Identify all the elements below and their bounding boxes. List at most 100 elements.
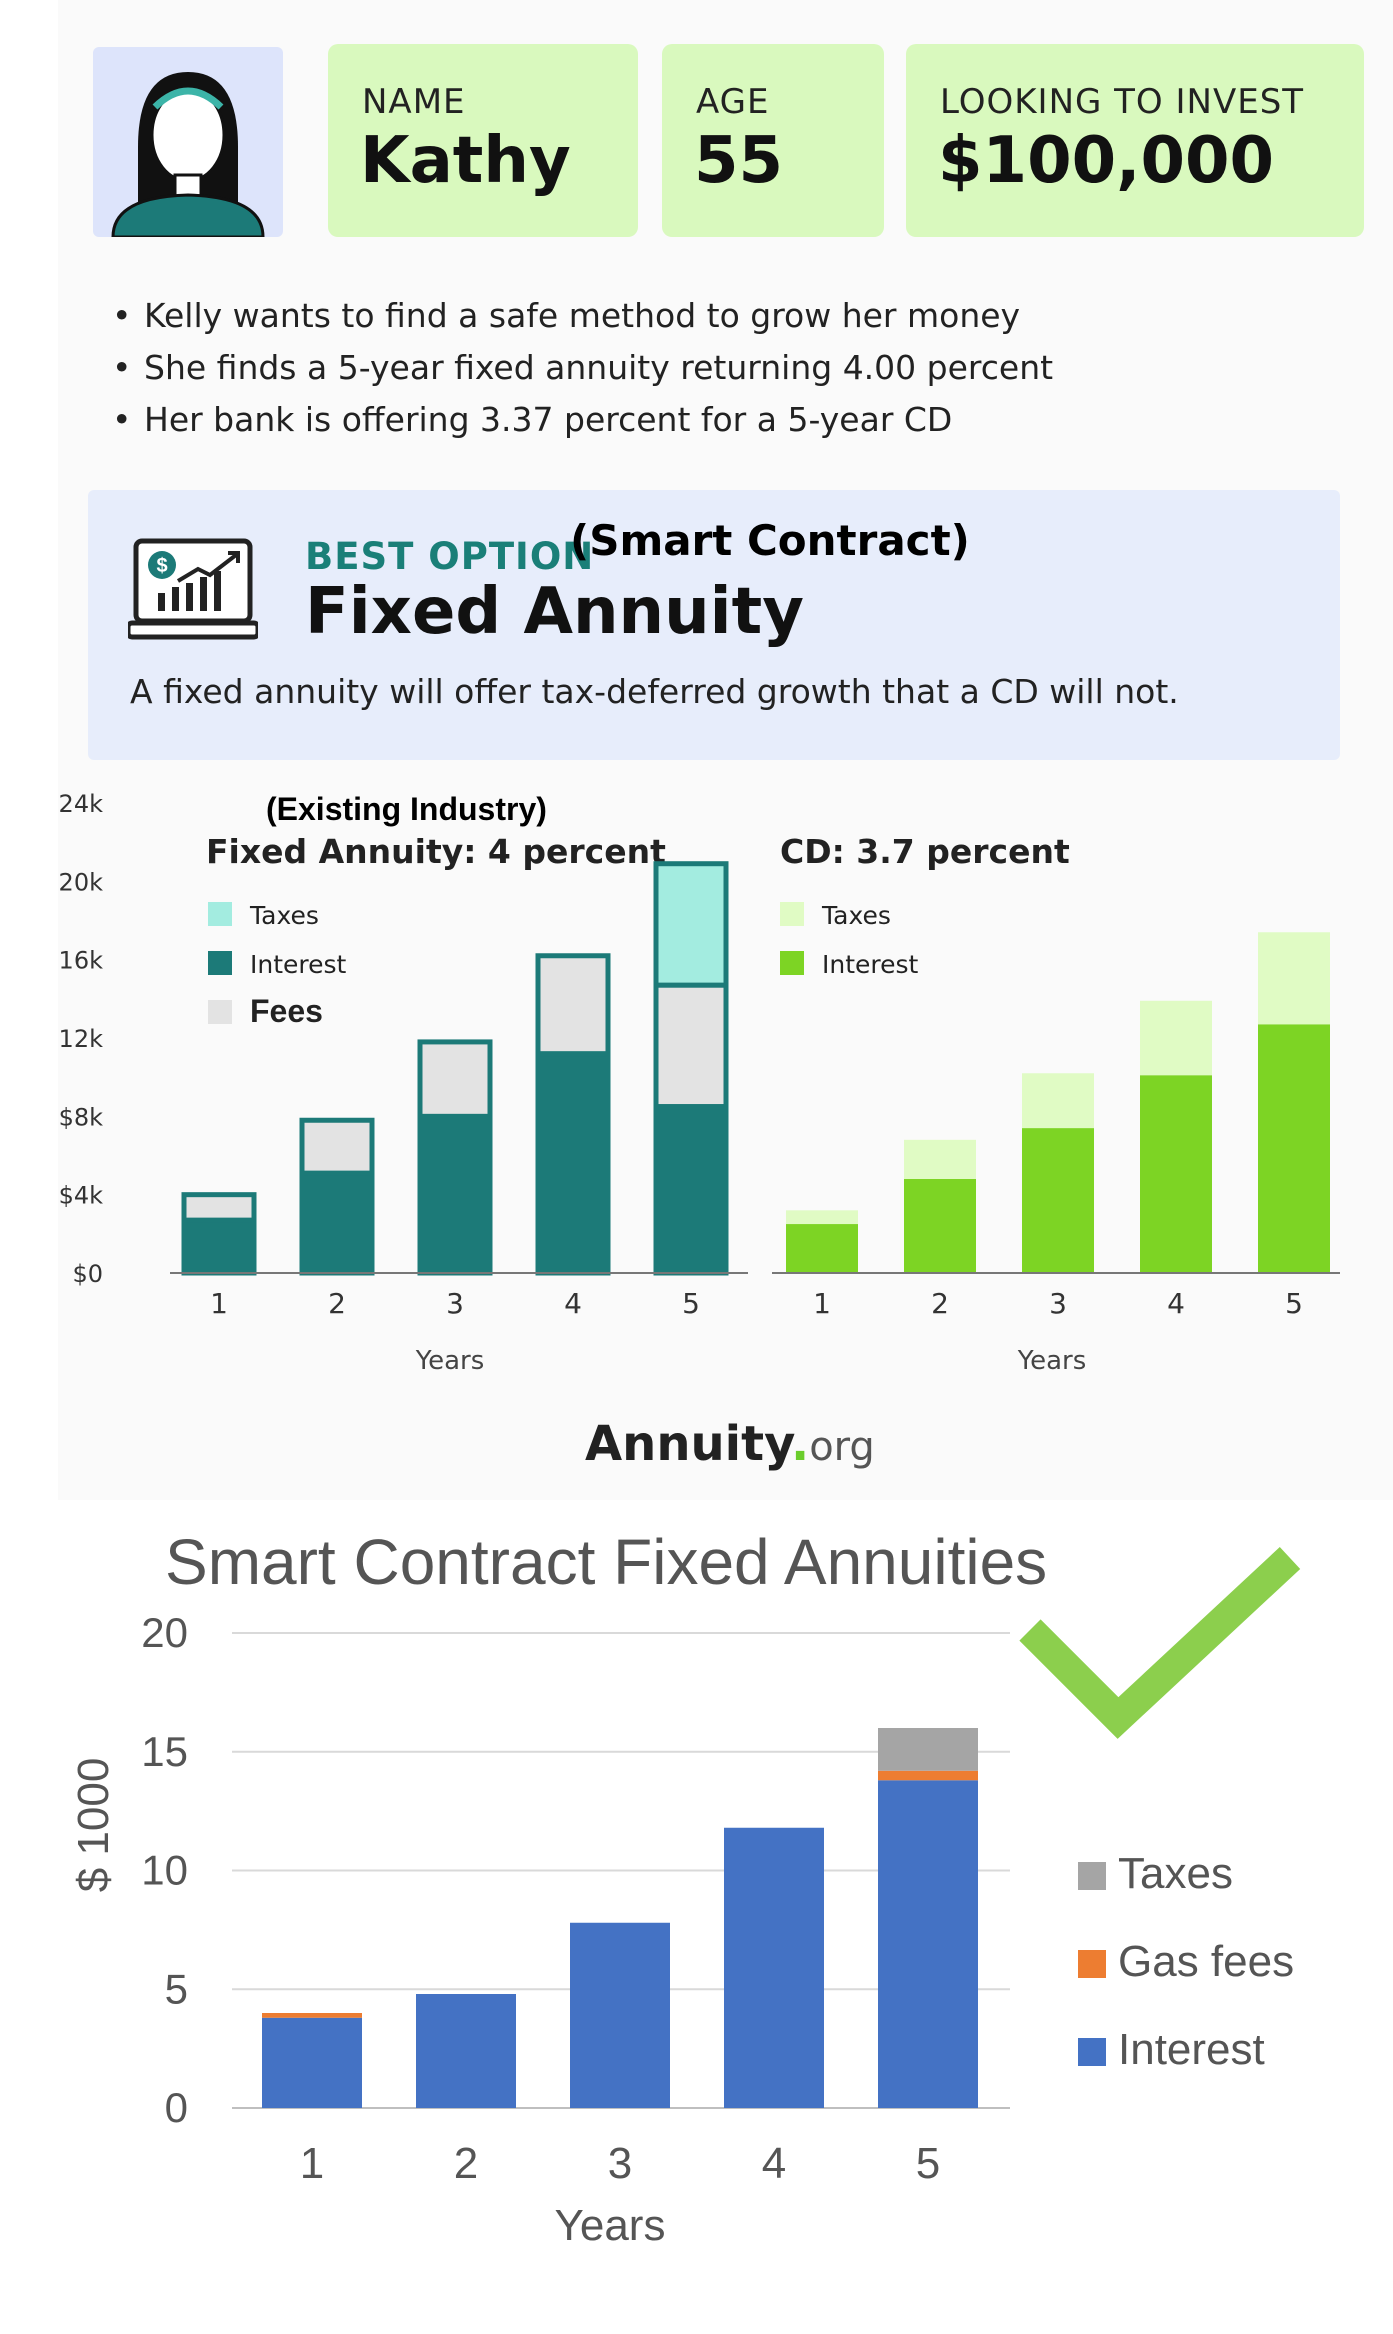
bars: [262, 1728, 978, 2108]
annuity-x-tick-label: 5: [682, 1287, 700, 1320]
laptop-chart-icon: $: [128, 538, 258, 640]
y-tick-label: $24k: [58, 790, 103, 818]
cd-bar-interest: [904, 1179, 976, 1273]
cd-legend-label-interest: Interest: [822, 950, 919, 979]
y-tick-label: $4k: [59, 1182, 104, 1210]
x-axes: 1 2 3 4 5 1 2 3 4 5 Years Years: [170, 1272, 1340, 1376]
annuity-bar-taxes: [653, 861, 729, 988]
annuity-bar-fees: [181, 1192, 257, 1223]
cd-legend-swatch-taxes: [780, 902, 804, 926]
chart-annotation: (Existing Industry): [266, 791, 547, 827]
annuity-bar-interest: [653, 1104, 729, 1276]
x-tick-label: 4: [762, 2139, 786, 2188]
x-tick-label: 1: [300, 2139, 324, 2188]
best-option-box: $ BEST OPTION (Smart Contract) Fixed Ann…: [88, 490, 1340, 760]
annuity-x-tick-label: 3: [446, 1287, 464, 1320]
legend-swatch-interest: [1078, 2038, 1106, 2066]
y-axis-label: $ 1000: [69, 1758, 118, 1893]
annuity-legend-swatch-taxes: [208, 902, 232, 926]
x-tick-label: 3: [608, 2139, 632, 2188]
y-tick-label: 20: [141, 1609, 188, 1656]
bar-interest: [262, 2017, 362, 2108]
annuity-legend-label-interest: Interest: [250, 950, 347, 979]
cd-x-tick-label: 2: [931, 1287, 949, 1320]
y-tick-label: $12k: [58, 1025, 103, 1053]
bar-interest: [878, 1780, 978, 2108]
annuity-bar-interest: [417, 1113, 493, 1276]
invest-card: LOOKING TO INVEST $100,000: [906, 44, 1364, 237]
annuity-bar-fees: [417, 1039, 493, 1119]
bar-interest: [416, 1994, 516, 2108]
annuity-bar-interest: [181, 1217, 257, 1276]
y-tick-label: $20k: [58, 868, 103, 896]
cd-bar-taxes: [904, 1139, 976, 1179]
brand-dot: .: [790, 1416, 810, 1472]
y-tick-label: $0: [72, 1260, 103, 1288]
y-tick-label: 5: [165, 1965, 188, 2012]
brand-name: Annuity: [585, 1416, 791, 1472]
best-option-title: Fixed Annuity: [305, 575, 804, 649]
y-tick-label: $16k: [58, 947, 103, 975]
bar-interest: [570, 1922, 670, 2108]
bar-taxes: [878, 1728, 978, 1771]
annuity-bar-fees: [299, 1117, 375, 1176]
cd-bar-interest: [1140, 1075, 1212, 1273]
best-option-label: BEST OPTION: [305, 535, 595, 578]
annuity-legend-swatch-interest: [208, 951, 232, 975]
smart-contract-chart: Smart Contract Fixed Annuities 05101520 …: [69, 1526, 1301, 2250]
annuity-bar-fees: [653, 982, 729, 1110]
cd-bars: [786, 932, 1330, 1273]
cd-x-tick-label: 3: [1049, 1287, 1067, 1320]
annuity-chart-title: Fixed Annuity: 4 percent: [206, 832, 666, 871]
annuity-x-tick-label: 2: [328, 1287, 346, 1320]
person-icon: [111, 72, 265, 237]
cd-legend-label-taxes: Taxes: [821, 901, 891, 930]
annuity-legend-label-fees: Fees: [250, 993, 323, 1029]
y-axis-ticks: $0 $4k $8k $12k $16k $20k $24k: [58, 790, 103, 1288]
cd-bar-interest: [1022, 1128, 1094, 1273]
invest-label: LOOKING TO INVEST: [940, 82, 1305, 122]
legend-swatch-taxes: [1078, 1862, 1106, 1890]
cd-x-tick-label: 1: [813, 1287, 831, 1320]
smart-contract-tag: (Smart Contract): [570, 516, 970, 565]
bar-interest: [724, 1827, 824, 2108]
y-tick-label: 15: [141, 1728, 188, 1775]
cd-x-axis-label: Years: [1017, 1346, 1087, 1376]
y-tick-label: 10: [141, 1847, 188, 1894]
cd-x-tick-label: 4: [1167, 1287, 1185, 1320]
cd-bar-taxes: [1258, 932, 1330, 1025]
annuity-x-tick-label: 1: [210, 1287, 228, 1320]
cd-bar-taxes: [1022, 1073, 1094, 1129]
list-item: She finds a 5-year fixed annuity returni…: [112, 342, 1053, 394]
legend-label-gas-fees: Gas fees: [1118, 1937, 1294, 1986]
cd-x-tick-label: 5: [1285, 1287, 1303, 1320]
legend: Taxes Gas fees Interest: [1078, 1849, 1294, 2074]
brand-tld: org: [809, 1424, 875, 1470]
invest-value: $100,000: [938, 124, 1275, 198]
annuity-bar-interest: [299, 1170, 375, 1276]
annuity-comparison-charts: (Existing Industry) Fixed Annuity: 4 per…: [58, 790, 1340, 1376]
legend-swatch-gas-fees: [1078, 1950, 1106, 1978]
x-tick-label: 5: [916, 2139, 940, 2188]
age-card: AGE 55: [662, 44, 884, 237]
annuity-legend-swatch-fees: [208, 1000, 232, 1024]
age-value: 55: [694, 124, 784, 198]
legend-label-interest: Interest: [1118, 2025, 1265, 2074]
name-card: NAME Kathy: [328, 44, 638, 237]
bar-gas-fees: [878, 1770, 978, 1781]
cd-bar-taxes: [786, 1210, 858, 1225]
name-label: NAME: [362, 82, 466, 122]
bar-gas-fees: [262, 2013, 362, 2018]
annuity-bar-fees: [535, 953, 611, 1057]
chart-title: Smart Contract Fixed Annuities: [165, 1526, 1047, 1598]
cd-bar-interest: [1258, 1024, 1330, 1273]
x-axis-label: Years: [555, 2201, 666, 2250]
cd-chart-title: CD: 3.7 percent: [780, 832, 1070, 871]
cd-legend-swatch-interest: [780, 951, 804, 975]
checkmark-icon: [1019, 1547, 1301, 1739]
y-tick-label: 0: [165, 2084, 188, 2131]
annuity-legend-label-taxes: Taxes: [249, 901, 319, 930]
x-tick-label: 2: [454, 2139, 478, 2188]
y-tick-label: $8k: [59, 1103, 104, 1131]
age-label: AGE: [696, 82, 770, 122]
